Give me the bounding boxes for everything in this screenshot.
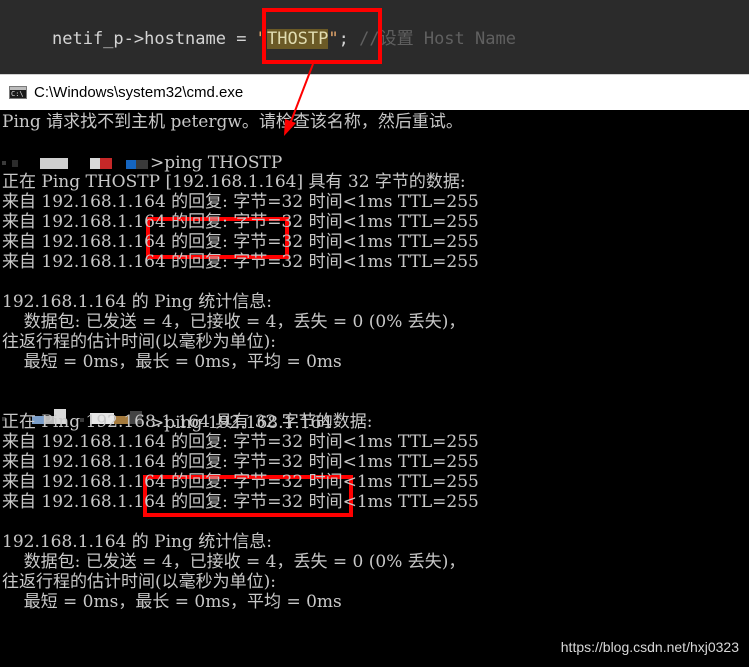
screenshot-root: netif_p->hostname = "THOSTP"; //设置 Host … [0, 0, 749, 667]
console-line: 正在 Ping THOSTP [192.168.1.164] 具有 32 字节的… [2, 172, 466, 192]
code-highlight-box [262, 8, 382, 64]
cmd-icon: C:\ [9, 86, 27, 99]
console-line: 数据包: 已发送 = 4，已接收 = 4，丢失 = 0 (0% 丢失)， [2, 552, 466, 572]
console-line: 往返行程的估计时间(以毫秒为单位): [2, 332, 276, 352]
console-line: 往返行程的估计时间(以毫秒为单位): [2, 572, 276, 592]
console-line: 来自 192.168.1.164 的回复: 字节=32 时间<1ms TTL=2… [2, 432, 479, 452]
window-titlebar[interactable]: C:\ C:\Windows\system32\cmd.exe [0, 74, 749, 110]
console-line: 192.168.1.164 的 Ping 统计信息: [2, 292, 273, 312]
console-line: 数据包: 已发送 = 4，已接收 = 4，丢失 = 0 (0% 丢失)， [2, 312, 466, 332]
window-title: C:\Windows\system32\cmd.exe [34, 84, 244, 101]
console-line: 正在 Ping 192.168.1.164 具有 32 字节的数据: [2, 412, 373, 432]
cmd-icon-glyph: C:\ [11, 90, 24, 98]
console-line: 来自 192.168.1.164 的回复: 字节=32 时间<1ms TTL=2… [2, 192, 479, 212]
console-line: 192.168.1.164 的 Ping 统计信息: [2, 532, 273, 552]
console-line: Ping 请求找不到主机 petergw。请检查该名称，然后重试。 [2, 112, 463, 132]
watermark: https://blog.csdn.net/hxj0323 [560, 639, 739, 655]
code-operator: = [226, 29, 257, 49]
code-identifier: netif_p->hostname [52, 29, 226, 49]
console-line: 来自 192.168.1.164 的回复: 字节=32 时间<1ms TTL=2… [2, 212, 479, 232]
prompt-command-1: >ping THOSTP [150, 153, 283, 173]
console-line: 最短 = 0ms，最长 = 0ms，平均 = 0ms [2, 592, 342, 612]
code-editor-strip: netif_p->hostname = "THOSTP"; //设置 Host … [0, 0, 749, 74]
console-line: 来自 192.168.1.164 的回复: 字节=32 时间<1ms TTL=2… [2, 452, 479, 472]
console-line: 最短 = 0ms，最长 = 0ms，平均 = 0ms [2, 352, 342, 372]
cmd-window: C:\ C:\Windows\system32\cmd.exe >ping TH… [0, 74, 749, 667]
console-output[interactable]: >ping THOSTP >ping 192.168.1.164 https:/… [0, 110, 749, 667]
console-line: 来自 192.168.1.164 的回复: 字节=32 时间<1ms TTL=2… [2, 492, 479, 512]
console-line: 来自 192.168.1.164 的回复: 字节=32 时间<1ms TTL=2… [2, 472, 479, 492]
console-line: 来自 192.168.1.164 的回复: 字节=32 时间<1ms TTL=2… [2, 252, 479, 272]
redacted-path-block [2, 158, 152, 169]
console-line: 来自 192.168.1.164 的回复: 字节=32 时间<1ms TTL=2… [2, 232, 479, 252]
